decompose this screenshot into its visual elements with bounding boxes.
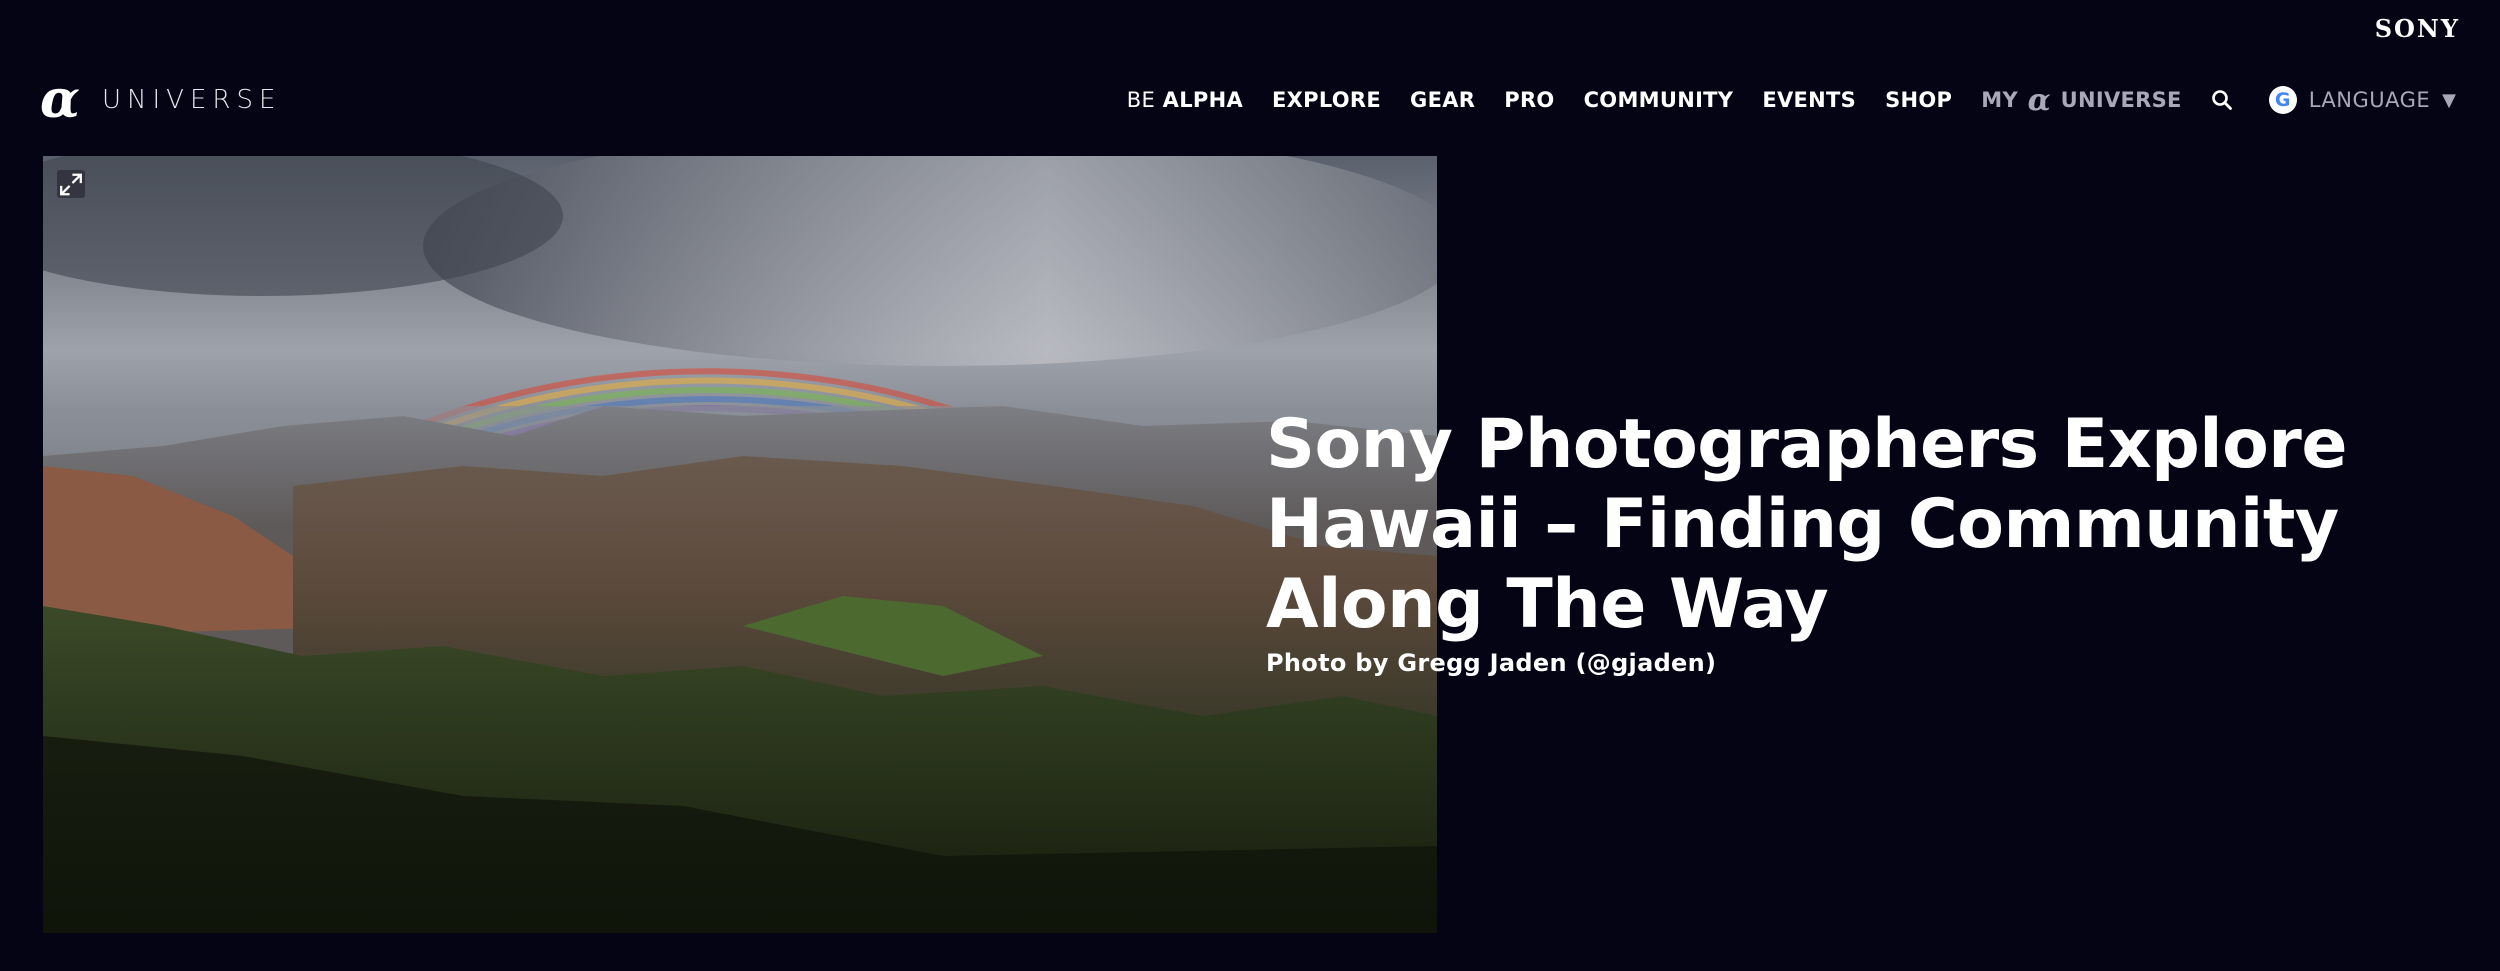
hero-image bbox=[43, 156, 1437, 933]
expand-arrows-icon bbox=[60, 173, 82, 195]
language-selector[interactable]: G LANGUAGE ▼ bbox=[2268, 86, 2456, 114]
nav-my-prefix: MY bbox=[1981, 87, 2018, 112]
nav-item-explore[interactable]: EXPLORE bbox=[1272, 88, 1381, 112]
nav-be-prefix: BE bbox=[1126, 88, 1156, 112]
language-label: LANGUAGE bbox=[2308, 88, 2431, 112]
expand-icon[interactable] bbox=[57, 170, 85, 198]
chevron-down-icon: ▼ bbox=[2442, 89, 2456, 111]
sony-logo[interactable]: SONY bbox=[2375, 14, 2460, 43]
page-title: Sony Photographers Explore Hawaii – Find… bbox=[1266, 405, 2347, 644]
nav-item-gear[interactable]: GEAR bbox=[1410, 88, 1475, 112]
hero-photo-rainbow-landscape bbox=[43, 156, 1437, 933]
hero-headline-block: Sony Photographers Explore Hawaii – Find… bbox=[1266, 405, 2466, 677]
nav-my-suffix: UNIVERSE bbox=[2060, 87, 2182, 112]
nav-item-my-alpha-universe[interactable]: MY α UNIVERSE bbox=[1981, 83, 2181, 118]
nav-item-pro[interactable]: PRO bbox=[1504, 88, 1554, 112]
nav-item-be-alpha[interactable]: BE ALPHA bbox=[1127, 88, 1243, 112]
search-icon[interactable] bbox=[2211, 89, 2233, 111]
google-g-letter: G bbox=[2274, 88, 2291, 111]
google-translate-icon: G bbox=[2268, 86, 2297, 114]
brand-name: UNIVERSE bbox=[102, 85, 282, 115]
alpha-universe-logo[interactable]: α UNIVERSE bbox=[40, 69, 282, 130]
alpha-logo-glyph: α bbox=[40, 69, 81, 130]
main-nav: BE ALPHA EXPLORE GEAR PRO COMMUNITY EVEN… bbox=[1127, 82, 2456, 118]
page: SONY α UNIVERSE BE ALPHA EXPLORE GEAR PR… bbox=[0, 0, 2500, 971]
nav-item-shop[interactable]: SHOP bbox=[1885, 88, 1952, 112]
nav-alpha-label: ALPHA bbox=[1162, 88, 1243, 112]
nav-my-alpha-glyph: α bbox=[2027, 82, 2051, 118]
nav-item-events[interactable]: EVENTS bbox=[1762, 88, 1856, 112]
photo-credit: Photo by Gregg Jaden (@gjaden) bbox=[1266, 649, 1717, 677]
nav-item-community[interactable]: COMMUNITY bbox=[1584, 88, 1734, 112]
